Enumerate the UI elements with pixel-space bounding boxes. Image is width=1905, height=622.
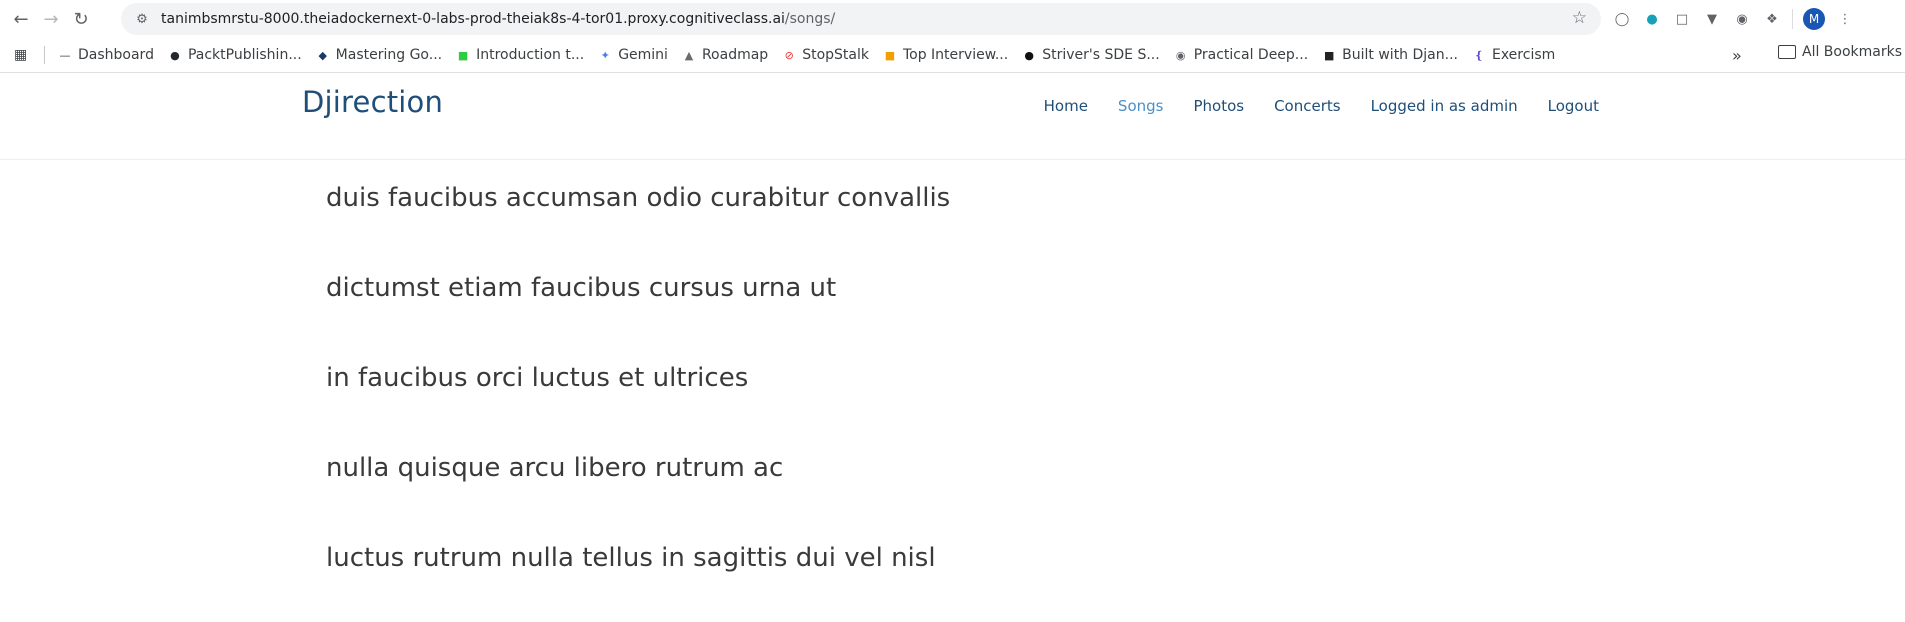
url-host: tanimbsmrstu-8000.theiadockernext-0-labs… — [161, 11, 785, 27]
bookmark-label: Built with Djan... — [1342, 47, 1458, 63]
nav-link-photos[interactable]: Photos — [1193, 97, 1244, 115]
browser-toolbar: ← → ↻ ⚙ tanimbsmrstu-8000.theiadockernex… — [0, 0, 1905, 38]
song-item[interactable]: dictumst etiam faucibus cursus urna ut — [326, 262, 950, 352]
django-icon: ■ — [1323, 48, 1335, 62]
exercism-icon: ❴ — [1474, 48, 1484, 62]
bookmark-item[interactable]: ⊘ StopStalk — [782, 47, 869, 63]
extension-icon[interactable]: ▼ — [1702, 9, 1722, 29]
stopstalk-icon: ⊘ — [784, 48, 794, 62]
address-bar[interactable]: ⚙ tanimbsmrstu-8000.theiadockernext-0-la… — [121, 3, 1601, 35]
url-text[interactable]: tanimbsmrstu-8000.theiadockernext-0-labs… — [161, 11, 835, 27]
bookmark-label: Roadmap — [701, 47, 769, 63]
leetcode-icon: ■ — [884, 48, 896, 62]
bookmark-star-icon[interactable]: ☆ — [1572, 8, 1587, 28]
bookmarks-divider — [44, 46, 45, 64]
all-bookmarks[interactable]: All Bookmarks — [1778, 44, 1902, 60]
forward-arrow-icon[interactable]: → — [36, 4, 66, 34]
bookmark-item[interactable]: ■ Top Interview... — [883, 47, 1008, 63]
bookmark-item[interactable]: ▲ Roadmap — [682, 47, 768, 63]
bookmark-item[interactable]: ● PacktPublishin... — [168, 47, 302, 63]
nav-link-logout[interactable]: Logout — [1548, 97, 1599, 115]
bookmark-label: Practical Deep... — [1193, 47, 1309, 63]
site-brand[interactable]: Djirection — [302, 85, 443, 119]
bookmark-item[interactable]: ● Striver's SDE S... — [1022, 47, 1159, 63]
bookmark-item[interactable]: ■ Introduction t... — [456, 47, 584, 63]
profile-avatar[interactable]: M — [1803, 8, 1825, 30]
tuf-icon: ● — [1024, 48, 1035, 62]
gopher-icon: ◆ — [318, 48, 327, 62]
bookmark-label: Dashboard — [78, 47, 154, 63]
menu-icon[interactable]: ⋮ — [1835, 9, 1855, 29]
bookmark-item[interactable]: — Dashboard — [58, 47, 154, 63]
bookmarks-bar: ▦ — Dashboard ● PacktPublishin... ◆ Mastering… — [0, 38, 1905, 73]
folder-icon — [1778, 45, 1796, 59]
gemini-icon: ✦ — [600, 48, 610, 62]
all-bookmarks-label: All Bookmarks — [1802, 44, 1903, 60]
extension-icon[interactable]: ● — [1642, 9, 1662, 29]
toolbar-separator — [1792, 9, 1793, 29]
song-item[interactable]: luctus rutrum nulla tellus in sagittis d… — [326, 532, 950, 622]
bookmark-label: Exercism — [1491, 47, 1556, 63]
bookmark-item[interactable]: ❴ Exercism — [1472, 47, 1555, 63]
nav-link-songs[interactable]: Songs — [1118, 97, 1164, 115]
bookmark-label: Introduction t... — [476, 47, 585, 63]
bookmark-label: Top Interview... — [902, 47, 1009, 63]
extension-icon[interactable]: □ — [1672, 9, 1692, 29]
rocket-icon: ▲ — [684, 48, 694, 62]
bookmark-item[interactable]: ◆ Mastering Go... — [316, 47, 442, 63]
extension-icon[interactable]: ◉ — [1732, 9, 1752, 29]
leetcode-icon: ■ — [457, 48, 469, 62]
bookmark-item[interactable]: ✦ Gemini — [598, 47, 668, 63]
back-arrow-icon[interactable]: ← — [6, 4, 36, 34]
chevron-double-right-icon[interactable]: » — [1732, 46, 1742, 65]
song-item[interactable]: in faucibus orci luctus et ultrices — [326, 352, 950, 442]
bookmark-label: PacktPublishin... — [187, 47, 302, 63]
reload-icon[interactable]: ↻ — [66, 4, 96, 34]
nav-link-concerts[interactable]: Concerts — [1274, 97, 1341, 115]
globe-icon: ◉ — [1175, 48, 1186, 62]
url-path: /songs/ — [784, 11, 836, 27]
song-item[interactable]: duis faucibus accumsan odio curabitur co… — [326, 172, 950, 262]
github-icon: ● — [170, 48, 180, 62]
nav-link-logged-in-as-admin[interactable]: Logged in as admin — [1371, 97, 1518, 115]
apps-grid-icon[interactable]: ▦ — [14, 47, 34, 63]
song-list: duis faucibus accumsan odio curabitur co… — [326, 172, 950, 622]
bookmark-label: Gemini — [618, 47, 668, 63]
bookmark-label: Mastering Go... — [335, 47, 443, 63]
site-nav: Home Songs Photos Concerts Logged in as admi… — [1044, 97, 1599, 115]
song-item[interactable]: nulla quisque arcu libero rutrum ac — [326, 442, 950, 532]
bookmark-item[interactable]: ◉ Practical Deep... — [1174, 47, 1308, 63]
extension-icon[interactable]: ◯ — [1612, 9, 1632, 29]
nav-link-home[interactable]: Home — [1044, 97, 1088, 115]
extensions-area: ◯ ● □ ▼ ◉ ❖ M ⋮ — [1612, 4, 1855, 34]
puzzle-icon[interactable]: ❖ — [1762, 9, 1782, 29]
dashboard-icon: — — [59, 48, 71, 62]
site-info-icon[interactable]: ⚙ — [129, 6, 155, 32]
bookmark-list: — Dashboard ● PacktPublishin... ◆ Mastering G… — [51, 47, 1562, 63]
bookmark-item[interactable]: ■ Built with Djan... — [1322, 47, 1458, 63]
site-header: Djirection Home Songs Photos Concerts Logged… — [0, 73, 1905, 160]
bookmark-label: Striver's SDE S... — [1042, 47, 1160, 63]
bookmark-label: StopStalk — [802, 47, 869, 63]
